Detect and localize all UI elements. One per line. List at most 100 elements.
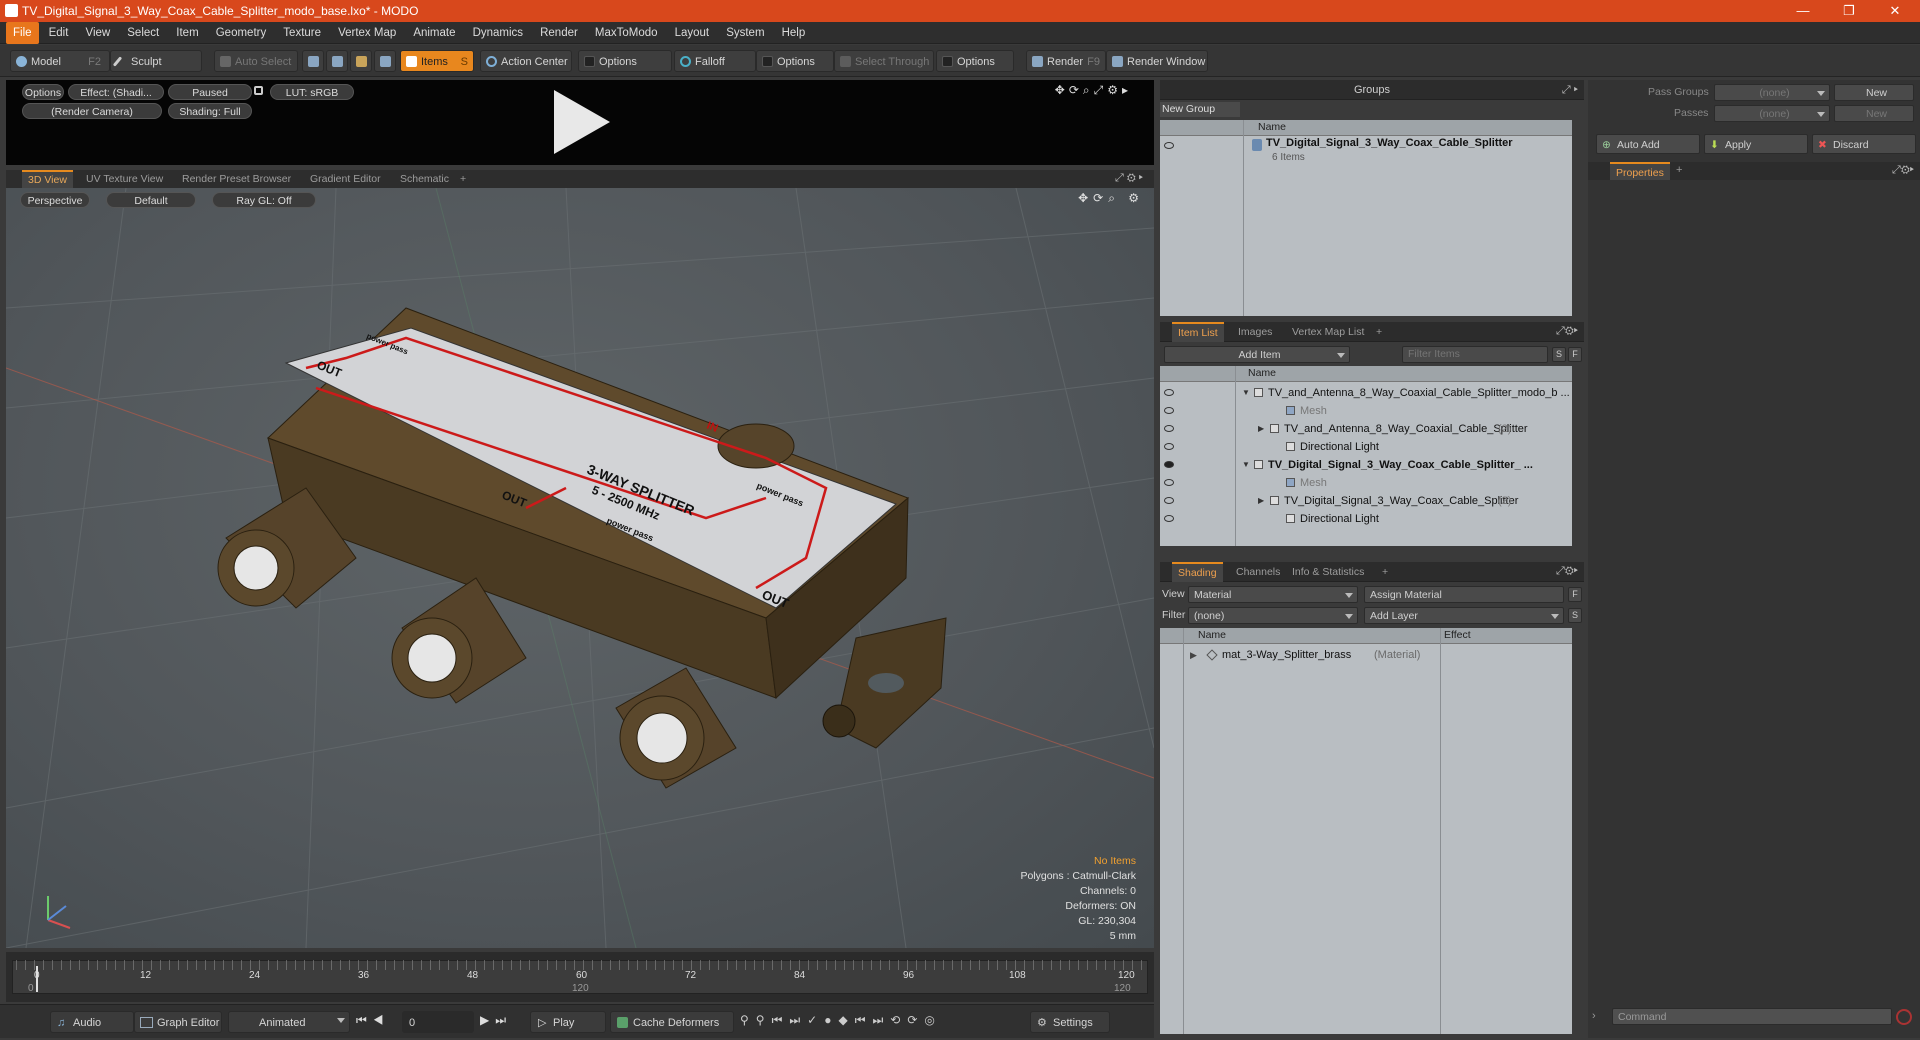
chevron-right-icon[interactable]: ▶ [1258,492,1264,510]
add-tab-button[interactable]: + [454,170,472,188]
lock-icon[interactable] [254,86,263,95]
assign-material-button[interactable]: Assign Material [1364,586,1564,603]
eye-icon[interactable] [1164,515,1174,522]
pass-groups-dropdown[interactable]: (none) [1714,84,1830,101]
item-tree-row[interactable]: Directional Light [1160,510,1572,528]
action-center-options-button[interactable]: Options [578,50,672,72]
vertex-select-button[interactable] [302,50,324,72]
eye-icon[interactable] [1164,479,1174,486]
tab-shading[interactable]: Shading [1172,562,1223,582]
new-group-button[interactable]: New Group [1160,102,1240,117]
eye-icon[interactable] [1164,407,1174,414]
camera-dropdown[interactable]: (Render Camera) [22,103,162,119]
menu-help[interactable]: Help [775,22,813,44]
item-tree-row[interactable]: ▶ TV_and_Antenna_8_Way_Coaxial_Cable_Spli… [1160,420,1572,438]
key-tool-icons[interactable]: ⚲⚲⏮⏭✓●◆⏮⏭⟲⟳◎ [740,1013,942,1028]
menu-animate[interactable]: Animate [406,22,462,44]
filter-items-input[interactable] [1402,346,1548,363]
perspective-dropdown[interactable]: Perspective [20,192,90,208]
chevron-right-icon[interactable]: ▶ [1190,646,1197,664]
polygon-select-button[interactable] [350,50,372,72]
preview-nav-icons[interactable]: ✥⟳⌕⤢⚙▸ [1055,83,1132,98]
tab-3d-view[interactable]: 3D View [22,170,73,188]
preview-options-button[interactable]: Options [22,84,64,100]
panel-options-icons[interactable]: ⤢⚙▸ [1892,164,1914,177]
eye-icon[interactable] [1164,443,1174,450]
discard-button[interactable]: ✖ Discard [1812,134,1916,154]
search-f-button[interactable]: F [1568,347,1582,362]
close-button[interactable]: ✕ [1872,0,1918,22]
panel-options-icons[interactable]: ⤢⚙▸ [1556,325,1578,338]
menu-file[interactable]: File [6,22,39,44]
edge-select-button[interactable] [326,50,348,72]
falloff-options-button[interactable]: Options [756,50,834,72]
play-button[interactable]: ▷ Play [530,1011,606,1033]
raygl-dropdown[interactable]: Ray GL: Off [212,192,316,208]
viewport-nav-icons[interactable]: ✥⟳⌕ ⚙ [1078,191,1144,206]
new-pass-button[interactable]: New [1834,105,1914,122]
shading-dropdown[interactable]: Shading: Full [168,103,252,119]
menu-dynamics[interactable]: Dynamics [466,22,530,44]
add-tab-button[interactable]: + [1370,322,1388,342]
item-tree-row[interactable]: ▼ TV_and_Antenna_8_Way_Coaxial_Cable_Spli… [1160,384,1572,402]
items-mode-button[interactable]: Items S [400,50,474,72]
command-input[interactable]: Command [1612,1008,1892,1025]
item-tree-row[interactable]: ▼ TV_Digital_Signal_3_Way_Coax_Cable_Spli… [1160,456,1572,474]
auto-add-button[interactable]: ⊕ Auto Add [1596,134,1700,154]
chevron-down-icon[interactable]: ▼ [1242,456,1250,474]
menu-system[interactable]: System [719,22,771,44]
eye-icon[interactable] [1164,425,1174,432]
panel-options-icons[interactable]: ⤢ ▸ [1562,80,1578,100]
tab-schematic[interactable]: Schematic [394,170,455,188]
preview-effect-dropdown[interactable]: Effect: (Shadi... [68,84,164,100]
item-tree-row[interactable]: Mesh [1160,474,1572,492]
menu-view[interactable]: View [78,22,117,44]
view-dropdown[interactable]: Material [1188,586,1358,603]
shading-f-button[interactable]: F [1568,587,1582,602]
add-layer-dropdown[interactable]: Add Layer [1364,607,1564,624]
menu-edit[interactable]: Edit [42,22,76,44]
preview-paused-button[interactable]: Paused [168,84,252,100]
audio-button[interactable]: ♫ Audio [50,1011,134,1033]
graph-editor-button[interactable]: Graph Editor [134,1011,222,1033]
add-tab-button[interactable]: + [1676,164,1682,176]
play-preview-icon[interactable] [546,86,616,158]
menu-item[interactable]: Item [169,22,205,44]
select-through-options-button[interactable]: Options [936,50,1014,72]
eye-icon[interactable] [1164,389,1174,396]
item-tree-row[interactable]: ▶ TV_Digital_Signal_3_Way_Coax_Cable_Spli… [1160,492,1572,510]
3d-viewport[interactable]: OUT OUT OUT IN 3-WAY SPLITTER 5 - 2500 M… [6,188,1154,948]
transport-next-icons[interactable]: ▶⏭ [480,1013,512,1028]
search-s-button[interactable]: S [1552,347,1566,362]
tab-vertex-map-list[interactable]: Vertex Map List [1286,322,1370,342]
item-tree-row[interactable]: Mesh [1160,402,1572,420]
panel-options-icons[interactable]: ⤢⚙▸ [1115,172,1146,185]
tab-info-statistics[interactable]: Info & Statistics [1286,562,1370,582]
transport-prev-icons[interactable]: ⏮◀ [356,1013,390,1028]
tab-item-list[interactable]: Item List [1172,322,1224,342]
sculpt-mode-button[interactable]: Sculpt [110,50,202,72]
groups-list[interactable]: Name TV_Digital_Signal_3_Way_Coax_Cable_… [1160,120,1572,316]
action-center-button[interactable]: Action Center [480,50,572,72]
minimize-button[interactable]: — [1780,0,1826,22]
render-window-button[interactable]: Render Window [1106,50,1208,72]
tab-gradient-editor[interactable]: Gradient Editor [304,170,387,188]
default-style-dropdown[interactable]: Default [106,192,196,208]
tab-uv-texture-view[interactable]: UV Texture View [80,170,169,188]
tab-render-preset-browser[interactable]: Render Preset Browser [176,170,297,188]
animated-dropdown[interactable]: Animated [228,1011,350,1033]
settings-button[interactable]: ⚙ Settings [1030,1011,1110,1033]
new-pass-group-button[interactable]: New [1834,84,1914,101]
item-tree[interactable]: Name ▼ TV_and_Antenna_8_Way_Coaxial_Cable… [1160,366,1572,546]
menu-texture[interactable]: Texture [276,22,328,44]
timeline[interactable]: 0 12 24 36 48 60 72 84 96 108 120 0 120 … [6,952,1154,1002]
frame-input[interactable]: 0 [402,1011,474,1033]
add-tab-button[interactable]: + [1376,562,1394,582]
apply-button[interactable]: ⬇ Apply [1704,134,1808,154]
menu-layout[interactable]: Layout [668,22,717,44]
falloff-button[interactable]: Falloff [674,50,756,72]
panel-options-icons[interactable]: ⤢⚙▸ [1556,565,1578,578]
material-select-button[interactable] [374,50,396,72]
filter-dropdown[interactable]: (none) [1188,607,1358,624]
eye-icon[interactable] [1164,461,1174,468]
